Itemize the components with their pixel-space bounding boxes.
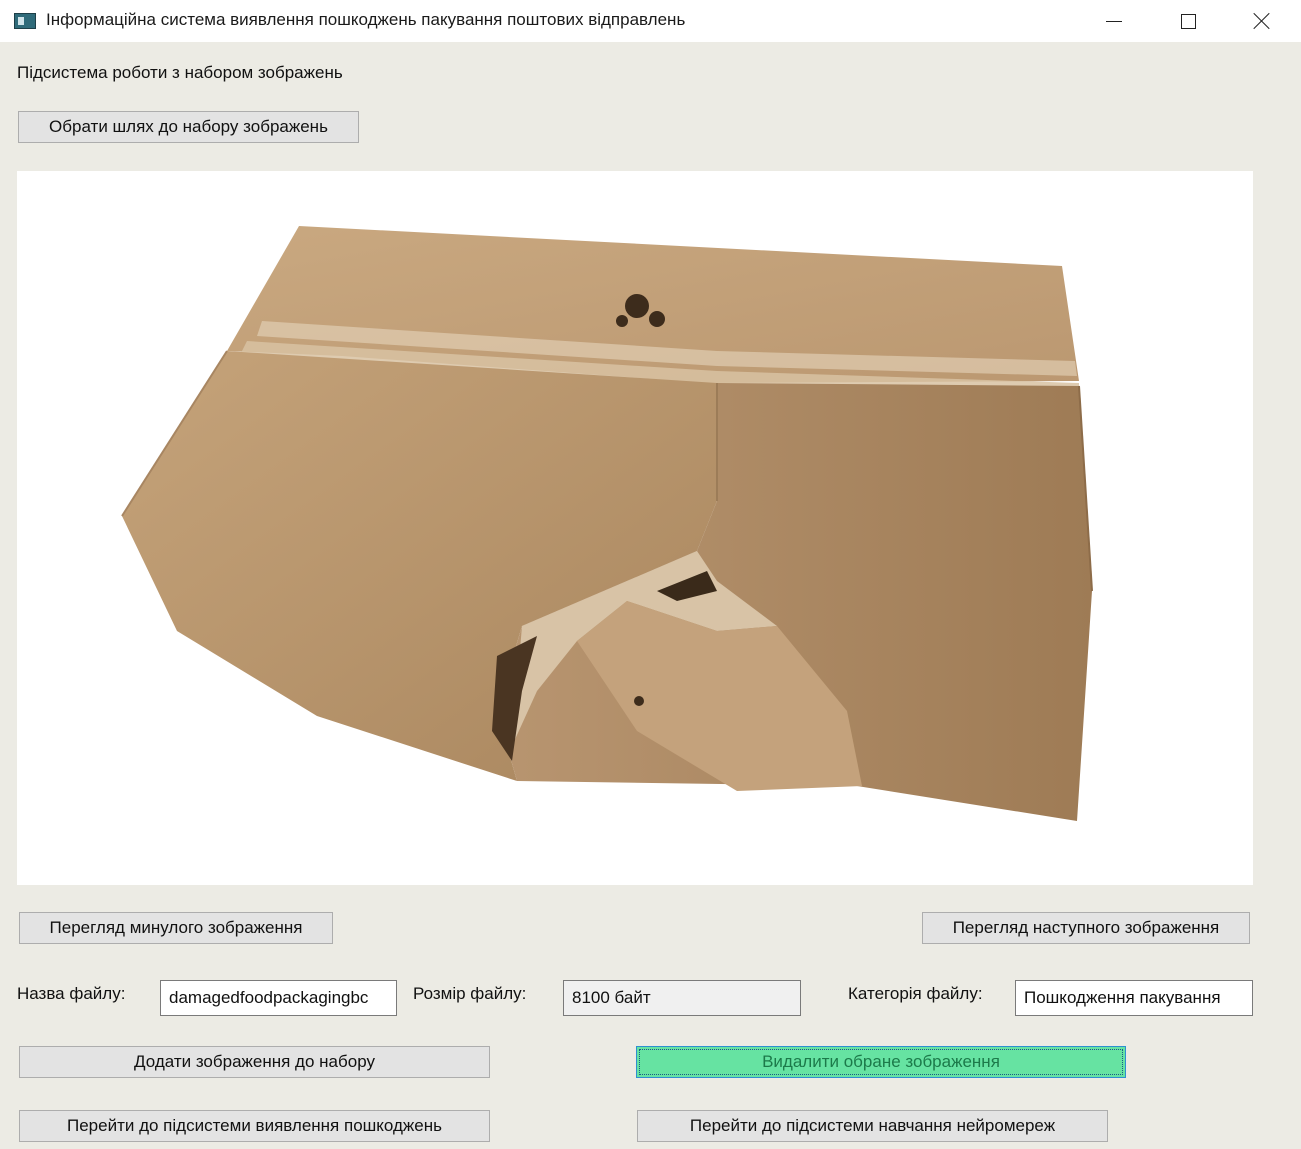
goto-detection-button[interactable]: Перейти до підсистеми виявлення пошкодже… [19, 1110, 490, 1142]
close-icon [1253, 12, 1271, 30]
title-bar: Інформаційна система виявлення пошкоджен… [0, 0, 1301, 42]
window-title: Інформаційна система виявлення пошкоджен… [46, 10, 686, 29]
file-category-label: Категорія файлу: [848, 984, 983, 1003]
next-image-button[interactable]: Перегляд наступного зображення [922, 912, 1250, 944]
maximize-button[interactable] [1152, 0, 1224, 42]
prev-image-button[interactable]: Перегляд минулого зображення [19, 912, 333, 944]
delete-image-button[interactable]: Видалити обране зображення [636, 1046, 1126, 1078]
minimize-icon [1106, 20, 1122, 22]
maximize-icon [1180, 13, 1196, 29]
damaged-box-image [121, 226, 1093, 821]
add-image-button[interactable]: Додати зображення до набору [19, 1046, 490, 1078]
image-preview [17, 171, 1253, 885]
file-size-label: Розмір файлу: [413, 984, 527, 1003]
app-icon [14, 13, 36, 29]
goto-training-button[interactable]: Перейти до підсистеми навчання нейромере… [637, 1110, 1108, 1142]
choose-path-button[interactable]: Обрати шлях до набору зображень [18, 111, 359, 143]
file-name-label: Назва файлу: [17, 984, 126, 1003]
minimize-button[interactable] [1078, 0, 1150, 42]
subsystem-label: Підсистема роботи з набором зображень [17, 63, 343, 82]
close-button[interactable] [1226, 0, 1298, 42]
file-name-field[interactable]: damagedfoodpackagingbc [160, 980, 397, 1016]
file-category-field[interactable]: Пошкодження пакування [1015, 980, 1253, 1016]
file-size-field[interactable]: 8100 байт [563, 980, 801, 1016]
